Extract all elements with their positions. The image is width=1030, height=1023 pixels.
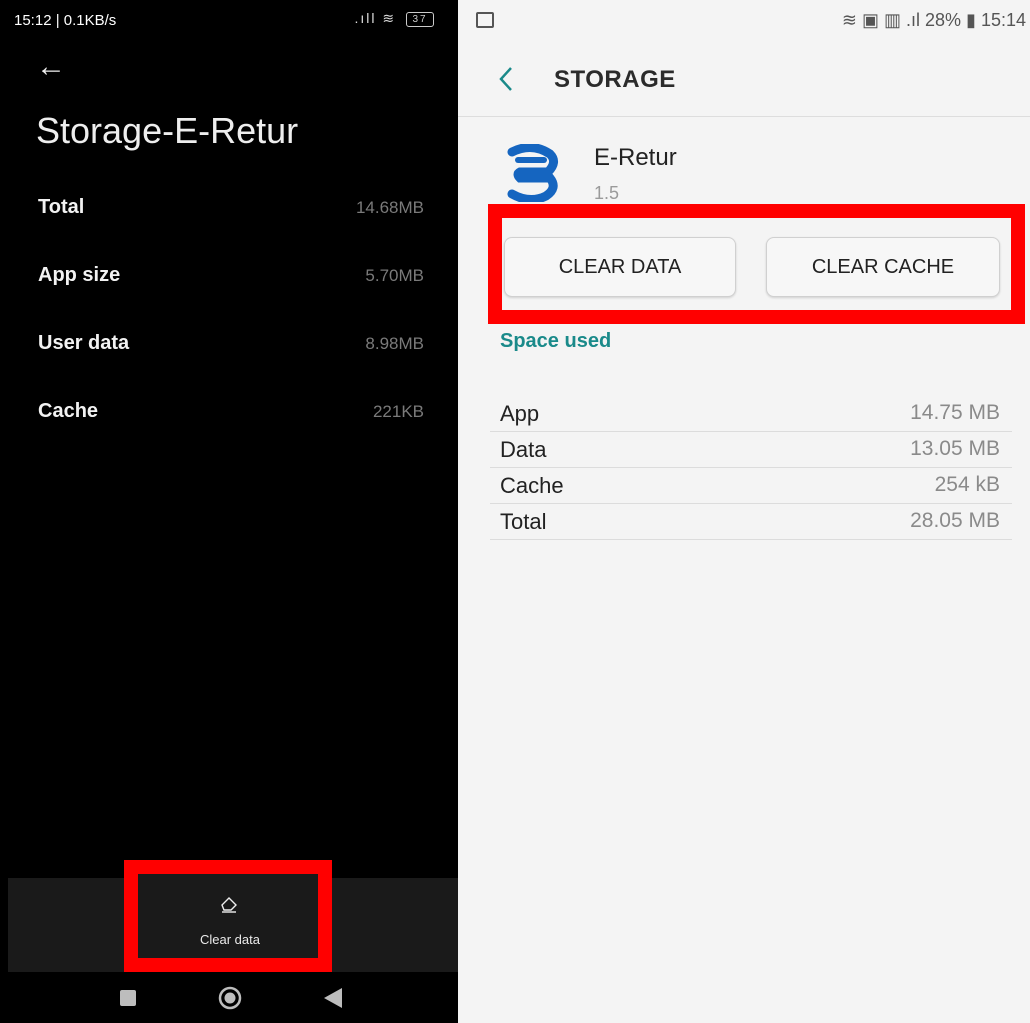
- space-used-table: App 14.75 MB Data 13.05 MB Cache 254 kB …: [490, 396, 1012, 540]
- app-version: 1.5: [594, 183, 620, 203]
- back-arrow-icon[interactable]: ←: [36, 52, 66, 82]
- page-title: Storage-E-Retur: [36, 110, 299, 151]
- row-label: App size: [38, 264, 121, 286]
- home-icon[interactable]: [218, 986, 242, 1010]
- storage-row-app-size: App size 5.70MB: [38, 264, 424, 294]
- status-bar: ≋ ▣ ▥ .ıl 28% ▮ 15:14: [458, 0, 1030, 40]
- row-label: Total: [38, 196, 85, 218]
- status-indicators: ≋ ▣ ▥ .ıl 28% ▮ 15:14: [841, 10, 1026, 30]
- row-value: 28.05 MB: [910, 509, 1000, 532]
- table-row: App 14.75 MB: [490, 396, 1012, 432]
- row-value: 254 kB: [934, 473, 1000, 496]
- picture-icon: [476, 12, 494, 28]
- back-triangle-icon[interactable]: [324, 988, 342, 1008]
- space-used-heading: Space used: [500, 330, 612, 352]
- row-value: 13.05 MB: [910, 437, 1000, 460]
- table-row: Cache 254 kB: [490, 468, 1012, 504]
- back-chevron-icon[interactable]: [496, 64, 516, 94]
- e-retur-app-icon: [507, 144, 558, 202]
- storage-row-total: Total 14.68MB: [38, 196, 424, 226]
- row-label: Cache: [500, 473, 564, 498]
- row-value: 221KB: [372, 402, 424, 421]
- row-label: Cache: [38, 400, 99, 422]
- battery-icon: 37: [406, 11, 434, 27]
- row-value: 5.70MB: [365, 266, 424, 285]
- row-label: App: [500, 401, 540, 426]
- table-row: Data 13.05 MB: [490, 432, 1012, 468]
- storage-row-cache: Cache 221KB: [38, 400, 424, 430]
- row-value: 14.68MB: [355, 198, 424, 217]
- highlight-box: [124, 860, 332, 972]
- signal-wifi-icon: .ıll ≋: [354, 10, 397, 26]
- clear-data-button[interactable]: Clear data: [180, 932, 280, 947]
- row-label: User data: [38, 332, 130, 354]
- table-row: Total 28.05 MB: [490, 504, 1012, 540]
- right-storage-screen: ≋ ▣ ▥ .ıl 28% ▮ 15:14 STORAGE E-Retur 1.…: [458, 0, 1030, 1023]
- storage-row-user-data: User data 8.98MB: [38, 332, 424, 362]
- clear-data-button[interactable]: CLEAR DATA: [504, 237, 736, 297]
- page-title: STORAGE: [554, 66, 676, 93]
- row-value: 14.75 MB: [910, 401, 1000, 424]
- status-icons: .ıll ≋ 37: [354, 10, 434, 27]
- clear-cache-button[interactable]: CLEAR CACHE: [766, 237, 1000, 297]
- status-bar: 15:12 | 0.1KB/s .ıll ≋ 37: [0, 0, 458, 40]
- status-time: 15:12 | 0.1KB/s: [14, 12, 117, 29]
- row-label: Data: [500, 437, 547, 462]
- eraser-icon[interactable]: [221, 897, 237, 913]
- left-storage-screen: 15:12 | 0.1KB/s .ıll ≋ 37 ← Storage-E-Re…: [0, 0, 458, 1023]
- row-label: Total: [500, 509, 547, 534]
- recents-icon[interactable]: [120, 990, 136, 1006]
- row-value: 8.98MB: [365, 334, 424, 353]
- divider: [458, 116, 1030, 117]
- app-name: E-Retur: [594, 144, 677, 171]
